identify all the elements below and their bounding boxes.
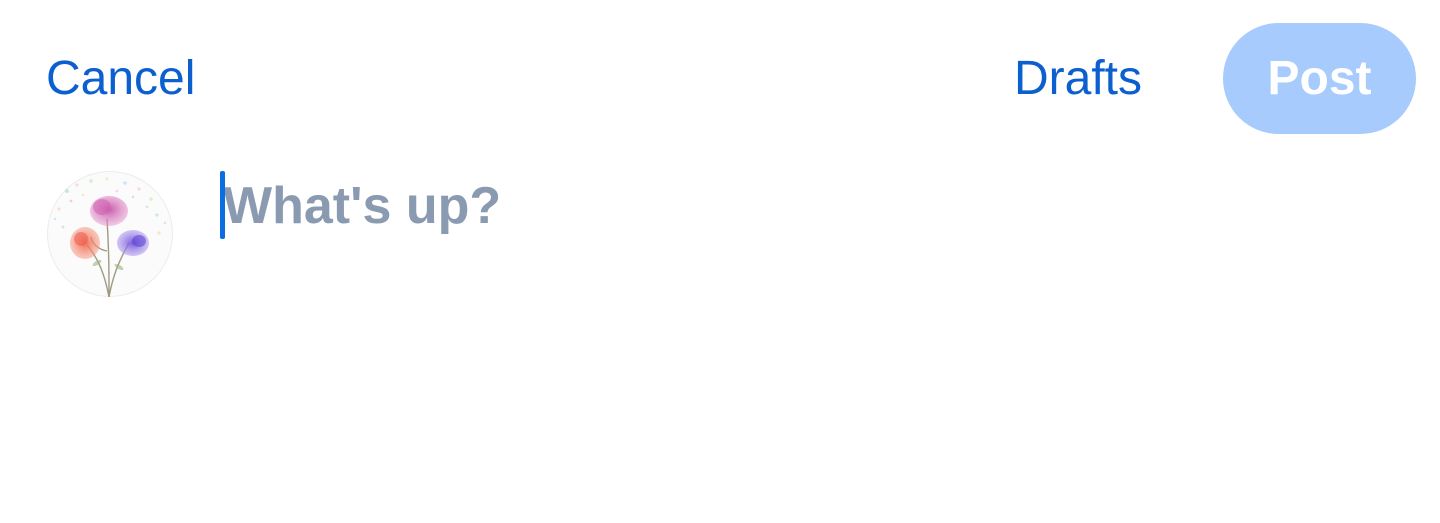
compose-area bbox=[219, 168, 1399, 468]
cancel-button[interactable]: Cancel bbox=[46, 50, 195, 108]
text-caret bbox=[220, 171, 225, 239]
drafts-button[interactable]: Drafts bbox=[1014, 50, 1142, 108]
compose-post-screen: Cancel Drafts Post bbox=[0, 0, 1440, 523]
top-bar: Cancel Drafts Post bbox=[0, 0, 1440, 150]
compose-text-input[interactable] bbox=[219, 168, 1393, 458]
post-button[interactable]: Post bbox=[1223, 23, 1416, 134]
watercolor-flowers-avatar-icon bbox=[53, 177, 167, 297]
avatar[interactable] bbox=[47, 171, 173, 297]
